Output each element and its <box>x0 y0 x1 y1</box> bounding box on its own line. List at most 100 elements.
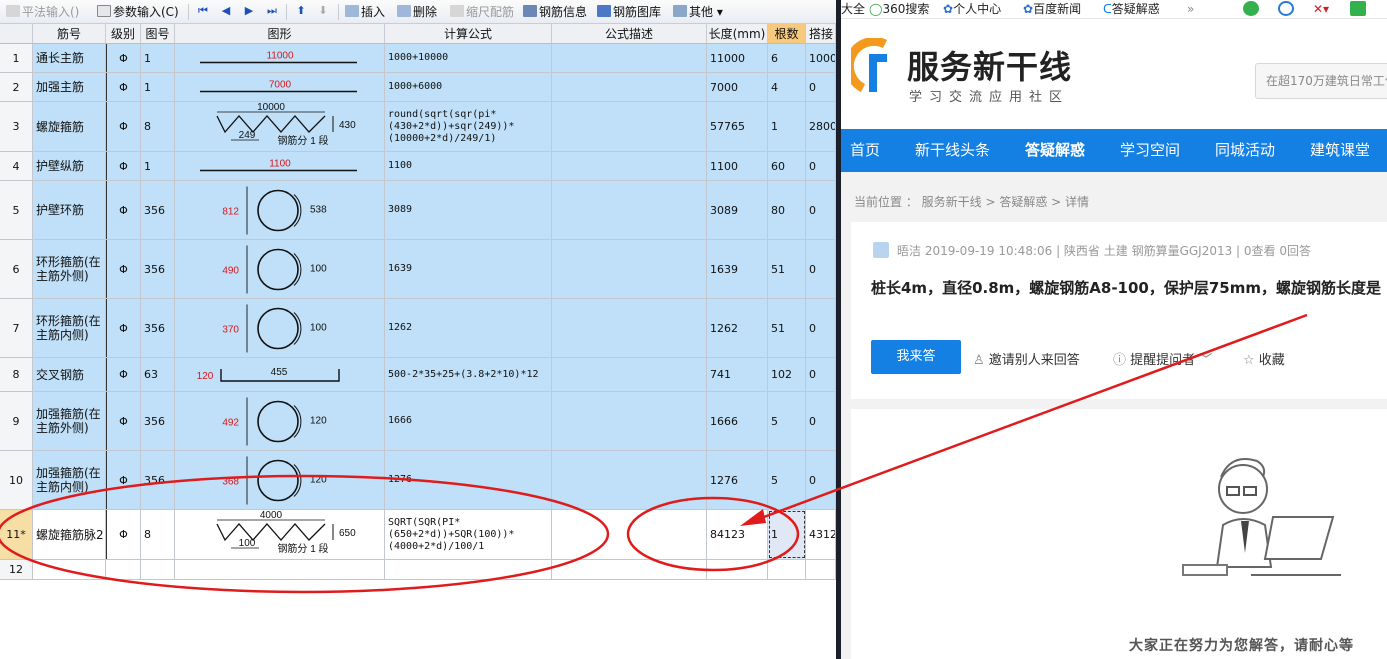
insert-button[interactable]: 插入 <box>345 3 385 21</box>
cell-count[interactable]: 1 <box>768 510 806 559</box>
bookmark-more-icon[interactable]: » <box>1187 1 1194 18</box>
header-formula[interactable]: 计算公式 <box>385 24 552 44</box>
cell-desc[interactable] <box>552 181 707 239</box>
cell-desc[interactable] <box>552 560 707 579</box>
bookmark-personal[interactable]: ✿个人中心 <box>943 1 1001 18</box>
table-row[interactable]: 11* 螺旋箍筋脉2 Φ 8 4000 650 100 钢筋分 1 段 SQRT(SQR(PI*… <box>0 510 836 560</box>
cell-name[interactable]: 加强箍筋(在主筋外侧) <box>33 392 106 450</box>
header-grade[interactable]: 级别 <box>106 24 141 44</box>
cell-lap[interactable] <box>806 560 836 579</box>
cell-desc[interactable] <box>552 451 707 509</box>
cell-shape[interactable]: 11000 <box>175 44 385 72</box>
move-up-icon[interactable]: ⬆ <box>294 4 308 18</box>
cell-formula[interactable]: 1100 <box>385 152 552 180</box>
table-row[interactable]: 4 护壁纵筋 Φ 1 1100 1100 1100 60 0 <box>0 152 836 181</box>
cell-length[interactable]: 3089 <box>707 181 768 239</box>
cell-lap[interactable]: 0 <box>806 299 836 357</box>
cell-fig[interactable]: 1 <box>141 44 175 72</box>
bookmark-qa[interactable]: ᑕ答疑解惑 <box>1103 1 1160 18</box>
cell-shape[interactable]: 455 120 <box>175 358 385 391</box>
cell-desc[interactable] <box>552 358 707 391</box>
cell-formula[interactable] <box>385 560 552 579</box>
cell-fig[interactable]: 1 <box>141 73 175 101</box>
cell-grade[interactable]: Φ <box>106 73 141 101</box>
cell-length[interactable]: 1100 <box>707 152 768 180</box>
header-bar-no[interactable]: 筋号 <box>33 24 106 44</box>
cell-fig[interactable]: 356 <box>141 299 175 357</box>
cell-grade[interactable] <box>106 560 141 579</box>
cell-shape[interactable]: 492 120 <box>175 392 385 450</box>
cell-lap[interactable]: 0 <box>806 181 836 239</box>
cell-count[interactable]: 1 <box>768 102 806 151</box>
cell-count[interactable]: 6 <box>768 44 806 72</box>
table-row[interactable]: 6 环形箍筋(在主筋外侧) Φ 356 490 100 1639 1639 51 0 <box>0 240 836 299</box>
cell-length[interactable]: 1262 <box>707 299 768 357</box>
minus-circle-icon[interactable] <box>1278 1 1294 16</box>
cell-length[interactable]: 741 <box>707 358 768 391</box>
cell-length[interactable]: 11000 <box>707 44 768 72</box>
move-down-icon[interactable]: ⬇ <box>316 4 330 18</box>
header-count[interactable]: 根数 <box>768 24 806 44</box>
cell-fig[interactable]: 8 <box>141 510 175 559</box>
cell-desc[interactable] <box>552 240 707 298</box>
cell-formula[interactable]: 1666 <box>385 392 552 450</box>
cell-lap[interactable]: 2800 <box>806 102 836 151</box>
cell-shape[interactable]: 4000 650 100 钢筋分 1 段 <box>175 510 385 559</box>
cell-shape[interactable] <box>175 560 385 579</box>
bookmark-360[interactable]: ◯360搜索 <box>869 1 929 18</box>
cell-name[interactable]: 护壁环筋 <box>33 181 106 239</box>
cell-count[interactable]: 5 <box>768 392 806 450</box>
cell-length[interactable] <box>707 560 768 579</box>
cell-length[interactable]: 57765 <box>707 102 768 151</box>
cell-desc[interactable] <box>552 102 707 151</box>
cell-shape[interactable]: 10000 430 249 钢筋分 1 段 <box>175 102 385 151</box>
cell-grade[interactable]: Φ <box>106 240 141 298</box>
cell-lap[interactable]: 0 <box>806 73 836 101</box>
cell-shape[interactable]: 370 100 <box>175 299 385 357</box>
cell-fig[interactable]: 356 <box>141 181 175 239</box>
cell-name[interactable] <box>33 560 106 579</box>
table-row[interactable]: 8 交叉钢筋 Φ 63 455 120 500-2*35+25+(3.8+2*10)*12 7… <box>0 358 836 392</box>
table-row[interactable]: 3 螺旋箍筋 Φ 8 10000 430 249 钢筋分 1 段 round(sqrt(sqr(… <box>0 102 836 152</box>
site-brand[interactable]: 服务新干线 <box>907 42 1072 88</box>
table-row[interactable]: 10 加强箍筋(在主筋内侧) Φ 356 368 120 1276 1276 5 0 <box>0 451 836 510</box>
cell-shape[interactable]: 1100 <box>175 152 385 180</box>
cell-desc[interactable] <box>552 299 707 357</box>
cell-length[interactable]: 1276 <box>707 451 768 509</box>
cell-desc[interactable] <box>552 44 707 72</box>
cell-name[interactable]: 螺旋箍筋 <box>33 102 106 151</box>
cell-formula[interactable]: 1000+6000 <box>385 73 552 101</box>
prev-record-icon[interactable]: ◀ <box>219 4 233 18</box>
cell-count[interactable]: 51 <box>768 299 806 357</box>
scale-rebar-button[interactable]: 缩尺配筋 <box>450 3 514 21</box>
nav-qa[interactable]: 答疑解惑 <box>1025 129 1085 172</box>
cell-count[interactable]: 4 <box>768 73 806 101</box>
cell-formula[interactable]: 1262 <box>385 299 552 357</box>
invite-button[interactable]: ♙ 邀请别人来回答 <box>973 349 1080 368</box>
cell-formula[interactable]: 1000+10000 <box>385 44 552 72</box>
cell-name[interactable]: 环形箍筋(在主筋内侧) <box>33 299 106 357</box>
last-record-icon[interactable]: ⏭ <box>265 4 279 18</box>
bookmark-all[interactable]: 大全 <box>841 1 865 18</box>
avatar[interactable] <box>873 242 889 258</box>
cell-shape[interactable]: 368 120 <box>175 451 385 509</box>
cell-grade[interactable]: Φ <box>106 181 141 239</box>
cell-count[interactable]: 60 <box>768 152 806 180</box>
header-lap[interactable]: 搭接 <box>806 24 836 44</box>
translate-icon[interactable] <box>1350 1 1366 16</box>
close-x-icon[interactable]: ✕▾ <box>1313 1 1329 18</box>
cell-lap[interactable]: 0 <box>806 451 836 509</box>
cell-name[interactable]: 加强箍筋(在主筋内侧) <box>33 451 106 509</box>
cell-grade[interactable]: Φ <box>106 358 141 391</box>
bookmark-baidu-news[interactable]: ✿百度新闻 <box>1023 1 1081 18</box>
cell-grade[interactable]: Φ <box>106 152 141 180</box>
cell-formula[interactable]: 1639 <box>385 240 552 298</box>
table-row[interactable]: 1 通长主筋 Φ 1 11000 1000+10000 11000 6 1000 <box>0 44 836 73</box>
table-row[interactable]: 12 <box>0 560 836 580</box>
site-search-input[interactable]: 在超170万建筑日常工作 <box>1255 63 1387 99</box>
cell-length[interactable]: 1639 <box>707 240 768 298</box>
cell-grade[interactable]: Φ <box>106 299 141 357</box>
cell-grade[interactable]: Φ <box>106 102 141 151</box>
cell-formula[interactable]: round(sqrt(sqr(pi*(430+2*d))+sqr(249))*(… <box>385 102 552 151</box>
cell-fig[interactable]: 356 <box>141 451 175 509</box>
